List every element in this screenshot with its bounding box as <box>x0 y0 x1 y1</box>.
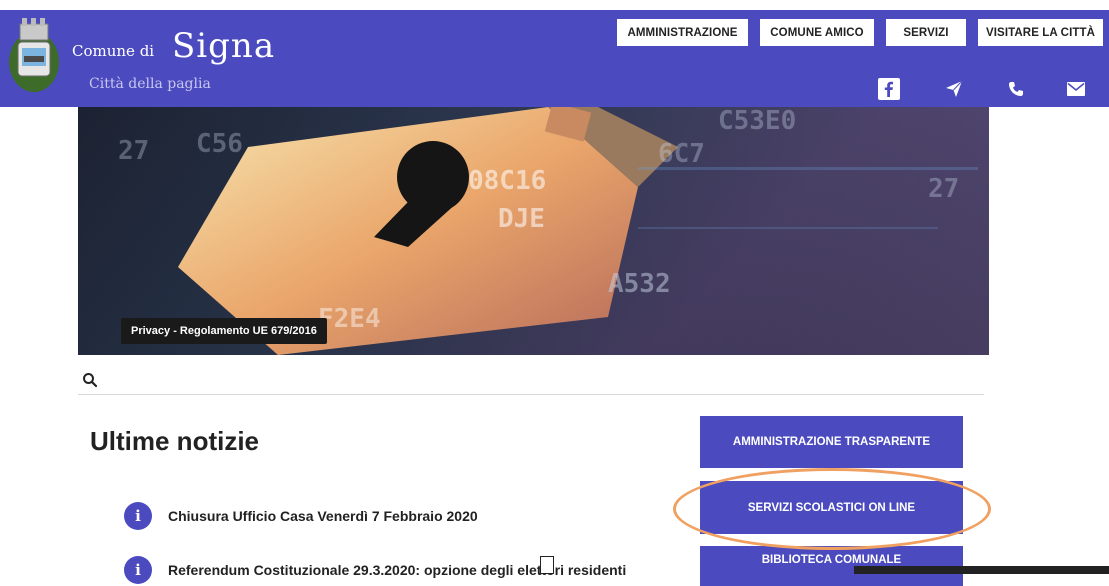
nav-comune-amico[interactable]: COMUNE AMICO <box>760 19 874 46</box>
servizi-scolastici-button[interactable]: SERVIZI SCOLASTICI ON LINE <box>700 481 963 534</box>
news-item-title[interactable]: Chiusura Ufficio Casa Venerdì 7 Febbraio… <box>168 508 478 524</box>
crest-logo[interactable] <box>6 14 62 96</box>
hero-code-text: 6C7 <box>658 139 705 169</box>
brand-name[interactable]: Signa <box>172 26 275 66</box>
text-cursor <box>540 556 554 574</box>
overlay-bar <box>854 566 1109 574</box>
site-header: Comune di Signa Città della paglia AMMIN… <box>0 10 1109 107</box>
email-icon[interactable] <box>1064 77 1088 101</box>
brand-prefix[interactable]: Comune di <box>72 42 154 60</box>
hero-code-text: C56 <box>196 129 243 159</box>
telegram-icon[interactable] <box>942 77 966 101</box>
news-section-title: Ultime notizie <box>90 426 260 456</box>
facebook-icon[interactable] <box>877 77 901 101</box>
nav-servizi[interactable]: SERVIZI <box>886 19 966 46</box>
hero-code-text: DJE <box>498 204 545 234</box>
info-icon: i <box>124 502 152 530</box>
news-item[interactable]: i Chiusura Ufficio Casa Venerdì 7 Febbra… <box>124 502 478 530</box>
phone-icon[interactable] <box>1004 77 1028 101</box>
hero-code-text: 08C16 <box>468 166 546 196</box>
hero-banner[interactable]: C56 27 08C16 DJE F2E4 6C7 A532 C53E0 27 … <box>78 107 989 355</box>
info-icon: i <box>124 556 152 584</box>
nav-visitare-la-citta[interactable]: VISITARE LA CITTÀ <box>978 19 1103 46</box>
hero-code-text: C53E0 <box>718 107 796 136</box>
top-strip <box>0 0 1109 10</box>
news-item-title[interactable]: Referendum Costituzionale 29.3.2020: opz… <box>168 562 626 578</box>
hero-code-text: 27 <box>928 174 959 204</box>
hero-caption[interactable]: Privacy - Regolamento UE 679/2016 <box>121 318 327 344</box>
brand-tagline: Città della paglia <box>89 76 211 92</box>
nav-amministrazione[interactable]: AMMINISTRAZIONE <box>617 19 748 46</box>
hero-code-text: F2E4 <box>318 304 381 334</box>
search-bar[interactable] <box>78 370 984 395</box>
hero-code-text: A532 <box>608 269 671 299</box>
search-icon[interactable] <box>82 372 98 388</box>
hero-code-text: 27 <box>118 136 149 166</box>
amministrazione-trasparente-button[interactable]: AMMINISTRAZIONE TRASPARENTE <box>700 416 963 468</box>
